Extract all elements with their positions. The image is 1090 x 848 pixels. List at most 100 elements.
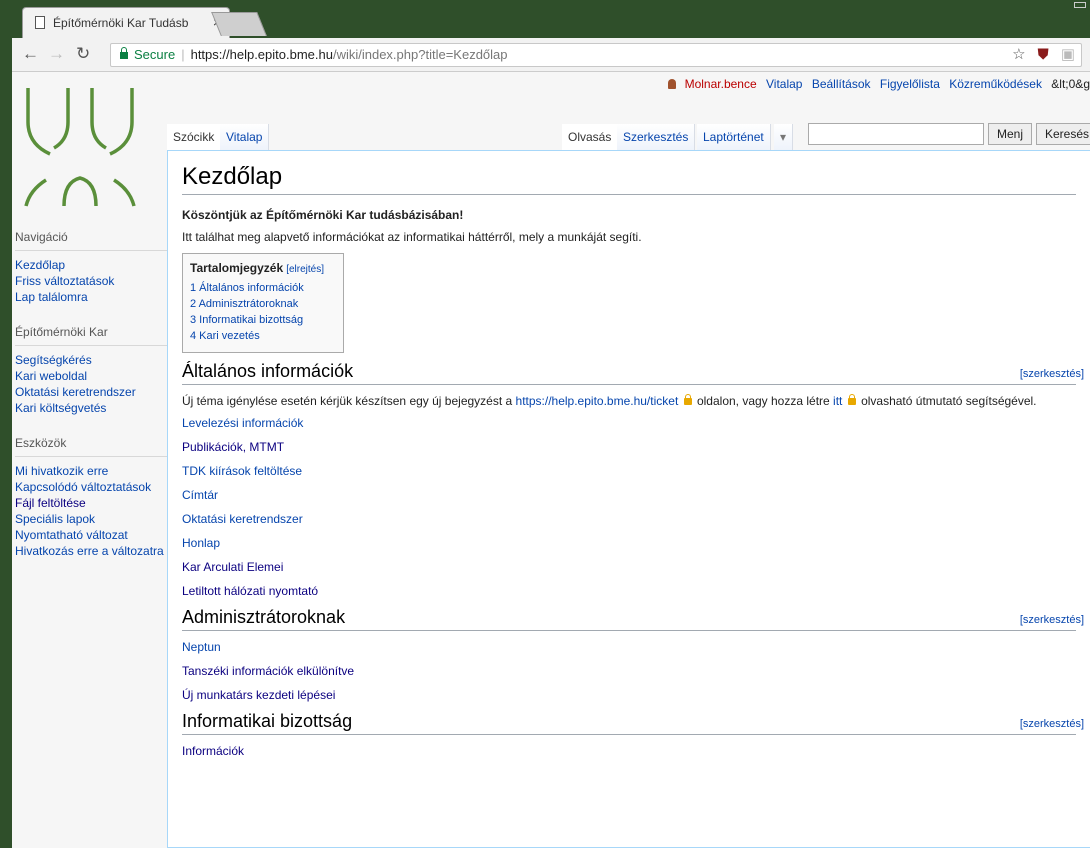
tab-szocikk-label[interactable]: Szócikk [173,130,214,144]
personal-tools: Molnar.bence Vitalap Beállítások Figyelő… [667,77,1090,91]
link-neptun[interactable]: Neptun [182,639,1076,655]
tab-szocikk[interactable]: Szócikk [167,124,222,150]
ticket-link[interactable]: https://help.epito.bme.hu/ticket [516,394,679,408]
edit-section-link[interactable]: [szerkesztés] [1020,368,1084,380]
link-nyomtato[interactable]: Letiltott hálózati nyomtató [182,583,1076,599]
toc-item[interactable]: 3 Informatikai bizottság [190,314,303,326]
tab-szerkesztes-label[interactable]: Szerkesztés [623,130,688,144]
sidebar: Navigáció Kezdőlap Friss változtatások L… [12,230,167,579]
faculty-logo[interactable] [20,82,140,212]
ublock-icon[interactable]: ⛊ [1038,46,1049,63]
tab-laptortenet[interactable]: Laptörténet [697,124,771,150]
forward-icon[interactable]: → [48,44,65,64]
sidebar-item-website[interactable]: Kari weboldal [15,368,167,384]
sidebar-faculty: Építőmérnöki Kar Segítségkérés Kari webo… [12,325,167,416]
url-host: https://help.epito.bme.hu [190,47,333,62]
tab-olvasas[interactable]: Olvasás [562,124,619,150]
section-title: Általános információk [182,361,354,381]
sidebar-heading: Építőmérnöki Kar [15,325,108,339]
sidebar-item-lms[interactable]: Oktatási keretrendszer [15,384,167,400]
text-middle: oldalon, vagy hozza létre [693,394,834,408]
toc-item[interactable]: 2 Adminisztrátoroknak [190,298,298,310]
star-icon[interactable]: ☆ [1012,46,1025,63]
new-tab-button[interactable] [211,12,267,36]
intro-text: Itt találhat meg alapvető információkat … [182,230,642,244]
edit-section-link[interactable]: [szerkesztés] [1020,614,1084,626]
page-icon [35,16,45,29]
tab-laptortenet-label[interactable]: Laptörténet [703,130,764,144]
lock-icon [120,47,128,59]
sidebar-item-whatlinkshere[interactable]: Mi hivatkozik erre [15,463,167,479]
personal-extra[interactable]: &lt;0&g [1051,77,1090,91]
link-publikaciok[interactable]: Publikációk, MTMT [182,439,1076,455]
sidebar-item-kezdolap[interactable]: Kezdőlap [15,257,167,273]
link-informaciok[interactable]: Információk [182,743,1076,759]
tab-szerkesztes[interactable]: Szerkesztés [617,124,696,150]
sidebar-item-printable[interactable]: Nyomtatható változat [15,527,167,543]
omnibox-icons: ☆ ⛊ ▣ [1000,44,1075,66]
tab-title: Építőmérnöki Kar Tudásb [53,16,189,30]
personal-settings[interactable]: Beállítások [812,77,871,91]
table-of-contents: Tartalomjegyzék [elrejtés] 1 Általános i… [182,253,344,353]
sidebar-tools: Eszközök Mi hivatkozik erre Kapcsolódó v… [12,436,167,559]
window-restore-icon[interactable] [1074,2,1086,8]
pdf-icon[interactable]: ▣ [1061,46,1075,63]
more-actions-dropdown[interactable]: ▾ [774,124,794,150]
chevron-down-icon[interactable]: ▾ [780,130,786,144]
toc-toggle-link[interactable]: [elrejtés] [286,264,324,275]
secure-label: Secure [134,47,176,62]
browser-window: Építőmérnöki Kar Tudásb × ← → ↻ Secure | h… [12,0,1090,848]
sidebar-item-special-pages[interactable]: Speciális lapok [15,511,167,527]
text-before: Új téma igénylése esetén kérjük készítse… [182,394,516,408]
tab-strip: Építőmérnöki Kar Tudásb × [12,0,1090,38]
go-button[interactable]: Menj [988,123,1033,145]
personal-vitalap[interactable]: Vitalap [766,77,802,91]
link-uj-munkatars[interactable]: Új munkatárs kezdeti lépései [182,687,1076,703]
browser-tab[interactable]: Építőmérnöki Kar Tudásb × [22,7,230,38]
sidebar-item-random[interactable]: Lap találomra [15,289,167,305]
edit-link-text[interactable]: [szerkesztés] [1020,614,1084,626]
edit-link-text[interactable]: [szerkesztés] [1020,368,1084,380]
personal-watchlist[interactable]: Figyelőlista [880,77,940,91]
link-levelezes[interactable]: Levelezési információk [182,415,1076,431]
sidebar-heading: Navigáció [15,230,68,244]
link-honlap[interactable]: Honlap [182,535,1076,551]
edit-link-text[interactable]: [szerkesztés] [1020,718,1084,730]
sidebar-item-help[interactable]: Segítségkérés [15,352,167,368]
toc-list: 1 Általános információk 2 Adminisztrátor… [190,280,336,344]
back-icon[interactable]: ← [22,44,39,64]
toc-title: Tartalomjegyzék [190,261,284,275]
sidebar-heading: Eszközök [15,436,67,450]
toc-item[interactable]: 4 Kari vezetés [190,330,260,342]
section-title: Adminisztrátoroknak [182,607,346,627]
link-cimtar[interactable]: Címtár [182,487,1076,503]
search-button[interactable]: Keresés [1036,123,1090,145]
sidebar-navigation: Navigáció Kezdőlap Friss változtatások L… [12,230,167,305]
sidebar-item-recent-changes[interactable]: Friss változtatások [15,273,167,289]
personal-contributions[interactable]: Közreműködések [949,77,1042,91]
link-arculat[interactable]: Kar Arculati Elemei [182,559,1076,575]
user-icon [667,79,676,89]
sidebar-item-permalink[interactable]: Hivatkozás erre a változatra [15,543,167,559]
link-tdk[interactable]: TDK kiírások feltöltése [182,463,1076,479]
sidebar-item-related-changes[interactable]: Kapcsolódó változtatások [15,479,167,495]
link-oktatasi[interactable]: Oktatási keretrendszer [182,511,1076,527]
sidebar-item-budget[interactable]: Kari költségvetés [15,400,167,416]
address-bar[interactable]: Secure | https://help.epito.bme.hu/wiki/in… [110,43,1082,67]
section-heading-general: Általános információk [szerkesztés] [182,361,1084,385]
tab-olvasas-label[interactable]: Olvasás [568,130,611,144]
tab-vitalap[interactable]: Vitalap [220,124,270,150]
edit-section-link[interactable]: [szerkesztés] [1020,718,1084,730]
sidebar-item-upload[interactable]: Fájl feltöltése [15,495,167,511]
section-title: Informatikai bizottság [182,711,353,731]
ticket-paragraph: Új téma igénylése esetén kérjük készítse… [182,393,1076,409]
itt-link[interactable]: itt [833,394,842,408]
link-tanszeki[interactable]: Tanszéki információk elkülönítve [182,663,1076,679]
toc-item[interactable]: 1 Általános információk [190,282,304,294]
lock-icon [683,394,692,405]
user-link[interactable]: Molnar.bence [685,77,757,91]
reload-icon[interactable]: ↻ [76,44,90,64]
search-input[interactable] [808,123,984,145]
section-heading-committee: Informatikai bizottság [szerkesztés] [182,711,1084,735]
tab-vitalap-label[interactable]: Vitalap [226,130,262,144]
